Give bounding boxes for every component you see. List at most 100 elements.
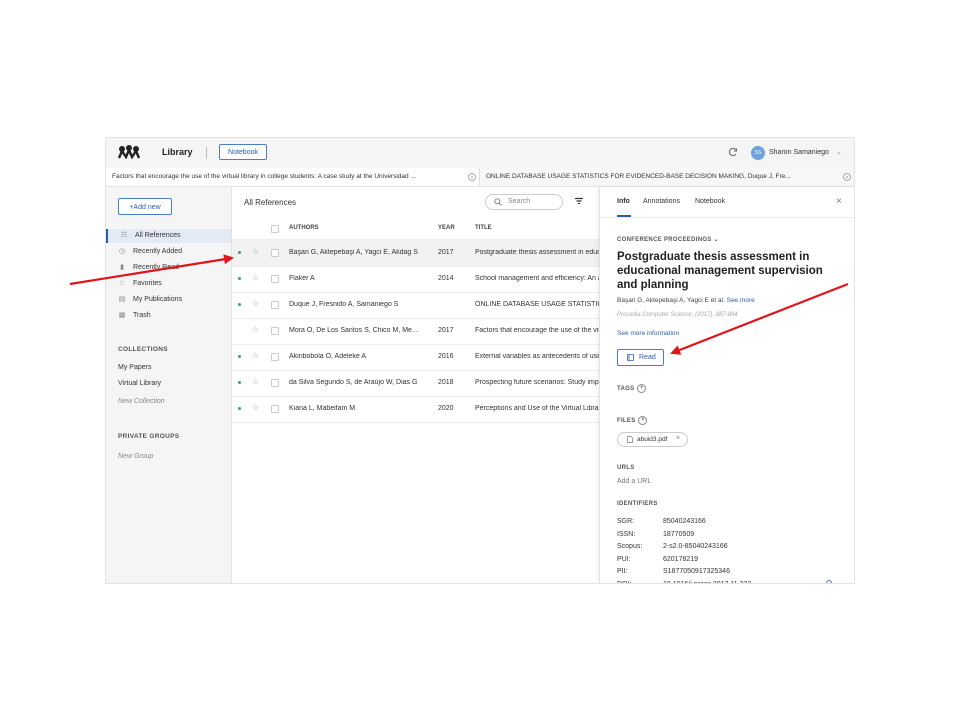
tags-title: TAGS xyxy=(617,386,635,393)
close-icon[interactable]: × xyxy=(836,197,842,207)
top-bar: Library Notebook SS Sharon Samaniego ⌄ xyxy=(106,138,854,169)
tabs-divider xyxy=(600,217,854,218)
notebook-button[interactable]: Notebook xyxy=(219,144,267,160)
collection-item[interactable]: My Papers xyxy=(118,364,151,371)
close-icon[interactable]: × xyxy=(843,173,851,181)
sidebar-item-favorites[interactable]: ☆ Favorites xyxy=(106,277,231,291)
search-input[interactable]: Search xyxy=(485,194,563,210)
collections-heading: COLLECTIONS xyxy=(118,346,168,353)
list-title: All References xyxy=(244,198,297,207)
user-name[interactable]: Sharon Samaniego xyxy=(769,149,829,156)
row-authors: Akinbobola O, Adeleke A xyxy=(289,353,367,360)
add-new-button[interactable]: +Add new xyxy=(118,198,172,215)
column-title[interactable]: TITLE xyxy=(475,225,492,231)
row-checkbox[interactable] xyxy=(271,275,279,283)
table-row[interactable]: ☆ Flaker A 2014 School management and effic… xyxy=(232,266,599,293)
table-row[interactable]: ☆ Kiana L, Mabeifam M 2020 Perceptions and … xyxy=(232,396,599,423)
details-panel: Info Annotations Notebook × CONFERENCE P… xyxy=(599,187,854,583)
avatar[interactable]: SS xyxy=(751,146,765,160)
title-separator xyxy=(206,147,207,159)
tab-info[interactable]: Info xyxy=(617,198,630,205)
sidebar-item-all-references[interactable]: ☶ All References xyxy=(106,229,231,243)
row-authors: Mora O, De Los Santos S, Chico M, Me... xyxy=(289,327,418,334)
row-checkbox[interactable] xyxy=(271,249,279,257)
add-file-icon[interactable]: + xyxy=(638,416,648,425)
identifier-key: PUI: xyxy=(617,555,631,563)
sync-icon[interactable] xyxy=(728,147,738,157)
table-row[interactable]: ☆ Duque J, Fresnido A, Samaniego S ONLINE … xyxy=(232,292,599,319)
column-year[interactable]: YEAR xyxy=(438,225,455,231)
table-row[interactable]: ☆ Başari G, Aktepebaşi A, Yagci E, Akdag … xyxy=(232,240,599,267)
document-tabs: Factors that encourage the use of the vi… xyxy=(106,168,854,187)
see-more-link[interactable]: See more xyxy=(727,297,755,304)
new-collection-link[interactable]: New Collection xyxy=(118,398,165,405)
sidebar-item-trash[interactable]: ▦ Trash xyxy=(106,309,231,323)
select-all-checkbox[interactable] xyxy=(271,225,279,233)
remove-file-icon[interactable]: × xyxy=(676,435,680,442)
tab-annotations[interactable]: Annotations xyxy=(643,198,680,205)
document-title: Postgraduate thesis assessment in educat… xyxy=(617,251,823,291)
row-checkbox[interactable] xyxy=(271,353,279,361)
star-icon[interactable]: ☆ xyxy=(252,247,259,256)
row-authors: da Silva Segundo S, de Araújo W, Dias G xyxy=(289,379,418,386)
star-icon[interactable]: ☆ xyxy=(252,273,259,282)
row-title: ONLINE DATABASE USAGE STATISTICS FOR EVI… xyxy=(475,301,599,308)
star-icon[interactable]: ☆ xyxy=(252,351,259,360)
star-icon[interactable]: ☆ xyxy=(252,299,259,308)
document-type[interactable]: CONFERENCE PROCEEDINGS ⌄ xyxy=(617,236,719,243)
document-type-label: CONFERENCE PROCEEDINGS xyxy=(617,237,712,243)
doc-tab-1[interactable]: Factors that encourage the use of the vi… xyxy=(106,168,480,186)
star-icon[interactable]: ☆ xyxy=(252,403,259,412)
add-url-input[interactable]: Add a URL xyxy=(617,478,651,485)
table-header: AUTHORS YEAR TITLE xyxy=(232,219,599,240)
sidebar-item-label: My Publications xyxy=(133,296,183,303)
star-icon[interactable]: ☆ xyxy=(252,377,259,386)
new-group-link[interactable]: New Group xyxy=(118,453,153,460)
read-button[interactable]: Read xyxy=(617,349,664,366)
urls-heading: URLS xyxy=(617,465,635,471)
see-more-information-link[interactable]: See more information xyxy=(617,330,679,337)
table-row[interactable]: ☆ da Silva Segundo S, de Araújo W, Dias G… xyxy=(232,370,599,397)
filter-icon[interactable] xyxy=(574,196,584,206)
mendeley-app-window: Library Notebook SS Sharon Samaniego ⌄ F… xyxy=(105,137,855,584)
doc-tab-2[interactable]: ONLINE DATABASE USAGE STATISTICS FOR EVI… xyxy=(480,168,854,186)
identifier-key: Scopus: xyxy=(617,543,643,550)
file-chip[interactable]: abuid3.pdf × xyxy=(617,432,688,447)
sidebar-item-recently-read[interactable]: ▮ Recently Read xyxy=(106,261,231,275)
bookmark-icon: ▮ xyxy=(120,264,124,271)
sidebar-item-label: All References xyxy=(135,232,181,239)
authors-text: Başari G, Aktepebaşi A, Yagci E et al. xyxy=(617,297,725,304)
row-checkbox[interactable] xyxy=(271,379,279,387)
table-row[interactable]: ☆ Akinbobola O, Adeleke A 2016 External var… xyxy=(232,344,599,371)
file-icon xyxy=(627,436,633,443)
row-year: 2017 xyxy=(438,249,454,256)
files-heading: FILES + xyxy=(617,416,648,425)
tab-notebook[interactable]: Notebook xyxy=(695,198,725,205)
row-year: 2016 xyxy=(438,353,454,360)
row-year: 2017 xyxy=(438,327,454,334)
sidebar-item-label: Recently Read xyxy=(133,264,179,271)
row-title: School management and efficiency: An ass… xyxy=(475,275,599,282)
sidebar-item-recently-added[interactable]: ◷ Recently Added xyxy=(106,245,231,259)
close-icon[interactable]: × xyxy=(468,173,476,181)
collection-item[interactable]: Virtual Library xyxy=(118,380,161,387)
mendeley-logo-icon[interactable] xyxy=(118,145,140,159)
add-tag-icon[interactable]: + xyxy=(637,384,647,393)
star-icon[interactable]: ☆ xyxy=(252,325,259,334)
row-checkbox[interactable] xyxy=(271,301,279,309)
row-authors: Duque J, Fresnido A, Samaniego S xyxy=(289,301,399,308)
chevron-down-icon[interactable]: ⌄ xyxy=(836,148,842,156)
unread-dot-icon xyxy=(238,303,241,306)
column-authors[interactable]: AUTHORS xyxy=(289,225,319,231)
scroll-indicator[interactable] xyxy=(826,580,832,583)
row-checkbox[interactable] xyxy=(271,327,279,335)
star-icon: ☆ xyxy=(118,280,126,287)
row-year: 2014 xyxy=(438,275,454,282)
table-row[interactable]: ☆ Mora O, De Los Santos S, Chico M, Me...… xyxy=(232,318,599,345)
sidebar-item-my-publications[interactable]: ▤ My Publications xyxy=(106,293,231,307)
book-icon xyxy=(627,354,634,361)
file-name: abuid3.pdf xyxy=(637,436,668,443)
search-placeholder: Search xyxy=(508,198,531,205)
identifier-value: S1877050917325346 xyxy=(663,568,730,575)
row-checkbox[interactable] xyxy=(271,405,279,413)
